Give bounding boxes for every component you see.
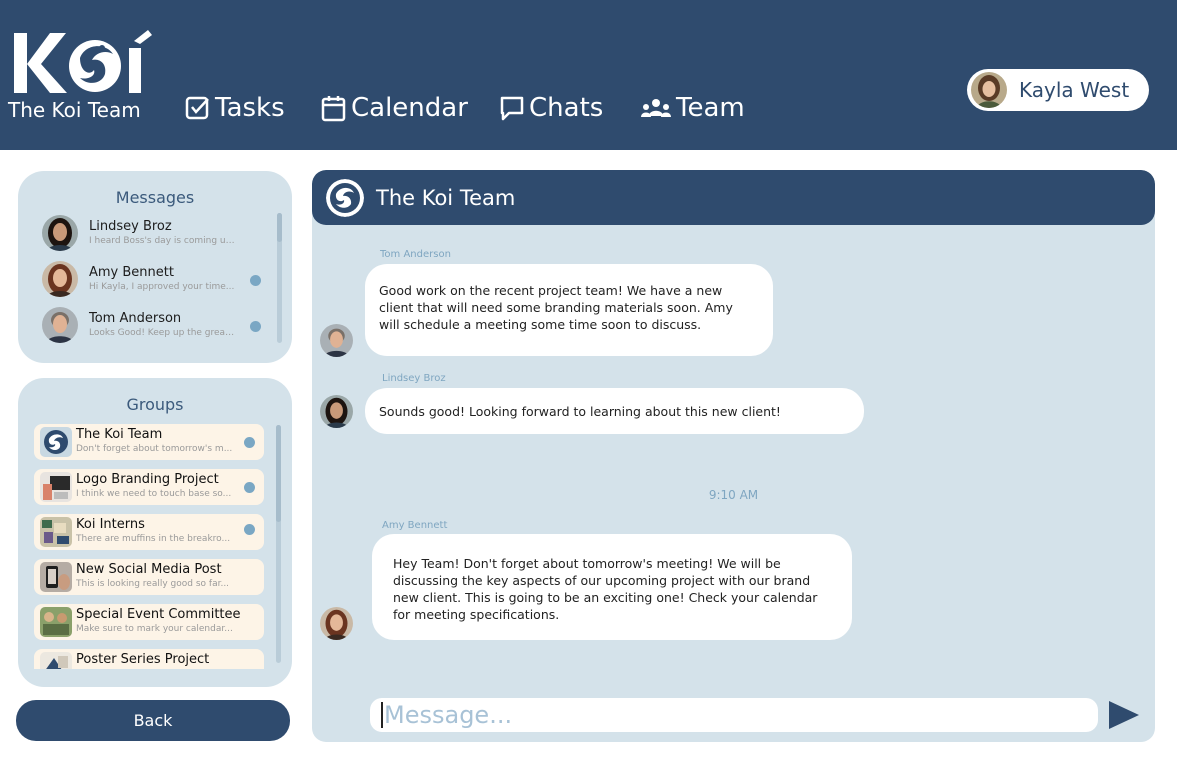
chat-timestamp: 9:10 AM (708, 488, 759, 502)
group-name: New Social Media Post (76, 562, 222, 577)
groups-scroll-thumb[interactable] (276, 425, 281, 522)
sender-avatar (320, 395, 353, 428)
calendar-icon (321, 96, 346, 122)
chat-bubble-icon (500, 96, 524, 121)
message-sender-name: Amy Bennett (89, 265, 174, 280)
group-name: Poster Series Project (76, 652, 210, 667)
chat-message: Hey Team! Don't forget about tomorrow's … (372, 534, 852, 640)
message-input[interactable]: Message... (370, 698, 1098, 732)
messages-panel: Messages Lindsey Broz I heard Boss's day… (18, 171, 292, 363)
message-line: client that will need some branding mate… (379, 300, 733, 315)
nav-chats[interactable]: Chats (499, 88, 603, 128)
send-icon[interactable] (1108, 700, 1140, 730)
nav-team[interactable]: Team (640, 88, 745, 128)
avatar (42, 307, 78, 343)
avatar (42, 261, 78, 297)
message-line: for meeting specifications. (393, 607, 560, 622)
nav-chats-label: Chats (529, 93, 604, 123)
group-thumbnail (40, 427, 72, 457)
group-thumbnail (40, 652, 72, 669)
group-thumbnail (40, 562, 72, 592)
unread-dot (244, 482, 255, 493)
message-item-lindsey[interactable]: Lindsey Broz I heard Boss's day is comin… (42, 215, 272, 255)
messages-scroll-thumb[interactable] (277, 213, 282, 242)
message-input-placeholder: Message... (384, 701, 513, 729)
message-preview: Hi Kayla, I approved your time... (89, 282, 235, 292)
sender-avatar (320, 324, 353, 357)
group-thumbnail (40, 517, 72, 547)
message-sender-name: Tom Anderson (89, 311, 182, 326)
group-name: Logo Branding Project (76, 472, 219, 487)
messages-title: Messages (115, 188, 195, 207)
back-button[interactable]: Back (16, 700, 290, 741)
messages-scrollbar[interactable] (277, 213, 282, 343)
group-name: Special Event Committee (76, 607, 241, 622)
group-item-koi-team[interactable]: The Koi Team Don't forget about tomorrow… (34, 424, 264, 460)
message-sender-name: Lindsey Broz (89, 219, 172, 234)
nav-calendar-label: Calendar (351, 93, 468, 123)
koi-logo[interactable]: The Koi Team (8, 28, 158, 123)
unread-dot (244, 524, 255, 535)
chat-message: Good work on the recent project team! We… (365, 264, 773, 356)
message-item-amy[interactable]: Amy Bennett Hi Kayla, I approved your ti… (42, 261, 272, 301)
koi-logo-mark (14, 30, 152, 93)
text-caret (381, 702, 383, 728)
groups-panel: Groups The Koi Team Don't forget about t… (18, 378, 292, 687)
user-avatar (971, 72, 1007, 108)
sender-avatar (320, 607, 353, 640)
message-line: will schedule a meeting some time soon t… (379, 317, 702, 332)
message-preview: I heard Boss's day is coming up... (89, 236, 237, 246)
groups-list: The Koi Team Don't forget about tomorrow… (34, 424, 266, 669)
group-item-special-event[interactable]: Special Event Committee Make sure to mar… (34, 604, 264, 640)
message-line: discussing the key aspects of our upcomi… (393, 573, 811, 588)
user-name: Kayla West (1019, 78, 1130, 102)
group-name: The Koi Team (76, 427, 163, 442)
chat-window: The Koi Team Tom Anderson Good work on t… (312, 170, 1155, 742)
nav-calendar[interactable]: Calendar (321, 88, 468, 128)
group-preview: I think we need to touch base so... (76, 489, 232, 499)
nav-team-label: Team (676, 93, 745, 123)
unread-dot (244, 437, 255, 448)
unread-dot (250, 321, 261, 332)
user-profile-button[interactable]: Kayla West (967, 69, 1149, 111)
message-item-tom[interactable]: Tom Anderson Looks Good! Keep up the gre… (42, 307, 272, 347)
group-thumbnail (40, 472, 72, 502)
group-item-social-media[interactable]: New Social Media Post This is looking re… (34, 559, 264, 595)
group-preview: There are muffins in the breakro... (76, 534, 231, 544)
message-line: Good work on the recent project team! We… (379, 283, 723, 298)
group-preview: This is looking really good so far... (76, 579, 230, 589)
message-line: Hey Team! Don't forget about tomorrow's … (393, 556, 781, 571)
message-line: Sounds good! Looking forward to learning… (379, 404, 781, 419)
avatar (42, 215, 78, 251)
unread-dot (250, 275, 261, 286)
message-sender: Lindsey Broz (382, 373, 446, 384)
chat-header: The Koi Team (312, 170, 1155, 225)
group-item-logo-branding[interactable]: Logo Branding Project I think we need to… (34, 469, 264, 505)
nav-tasks-label: Tasks (215, 93, 285, 123)
group-preview: Make sure to mark your calendar... (76, 624, 233, 634)
groups-title: Groups (126, 395, 184, 414)
nav-tasks[interactable]: Tasks (185, 88, 285, 128)
chat-message: Sounds good! Looking forward to learning… (365, 388, 864, 434)
team-icon (641, 99, 671, 117)
group-item-poster-series[interactable]: Poster Series Project (34, 649, 264, 669)
groups-scrollbar[interactable] (276, 425, 281, 663)
group-item-koi-interns[interactable]: Koi Interns There are muffins in the bre… (34, 514, 264, 550)
check-square-icon (185, 96, 209, 120)
logo-text: The Koi Team (8, 98, 141, 122)
top-header: The Koi Team Tasks Calendar Chats Team K… (0, 0, 1177, 150)
koi-group-icon (326, 179, 364, 217)
message-sender: Tom Anderson (380, 249, 451, 260)
message-preview: Looks Good! Keep up the great... (89, 328, 237, 338)
group-thumbnail (40, 607, 72, 637)
chat-title: The Koi Team (376, 186, 516, 210)
group-name: Koi Interns (76, 517, 145, 532)
message-line: new client. This is going to be an excit… (393, 590, 818, 605)
group-preview: Don't forget about tomorrow's m... (76, 444, 233, 454)
message-sender: Amy Bennett (382, 520, 448, 531)
